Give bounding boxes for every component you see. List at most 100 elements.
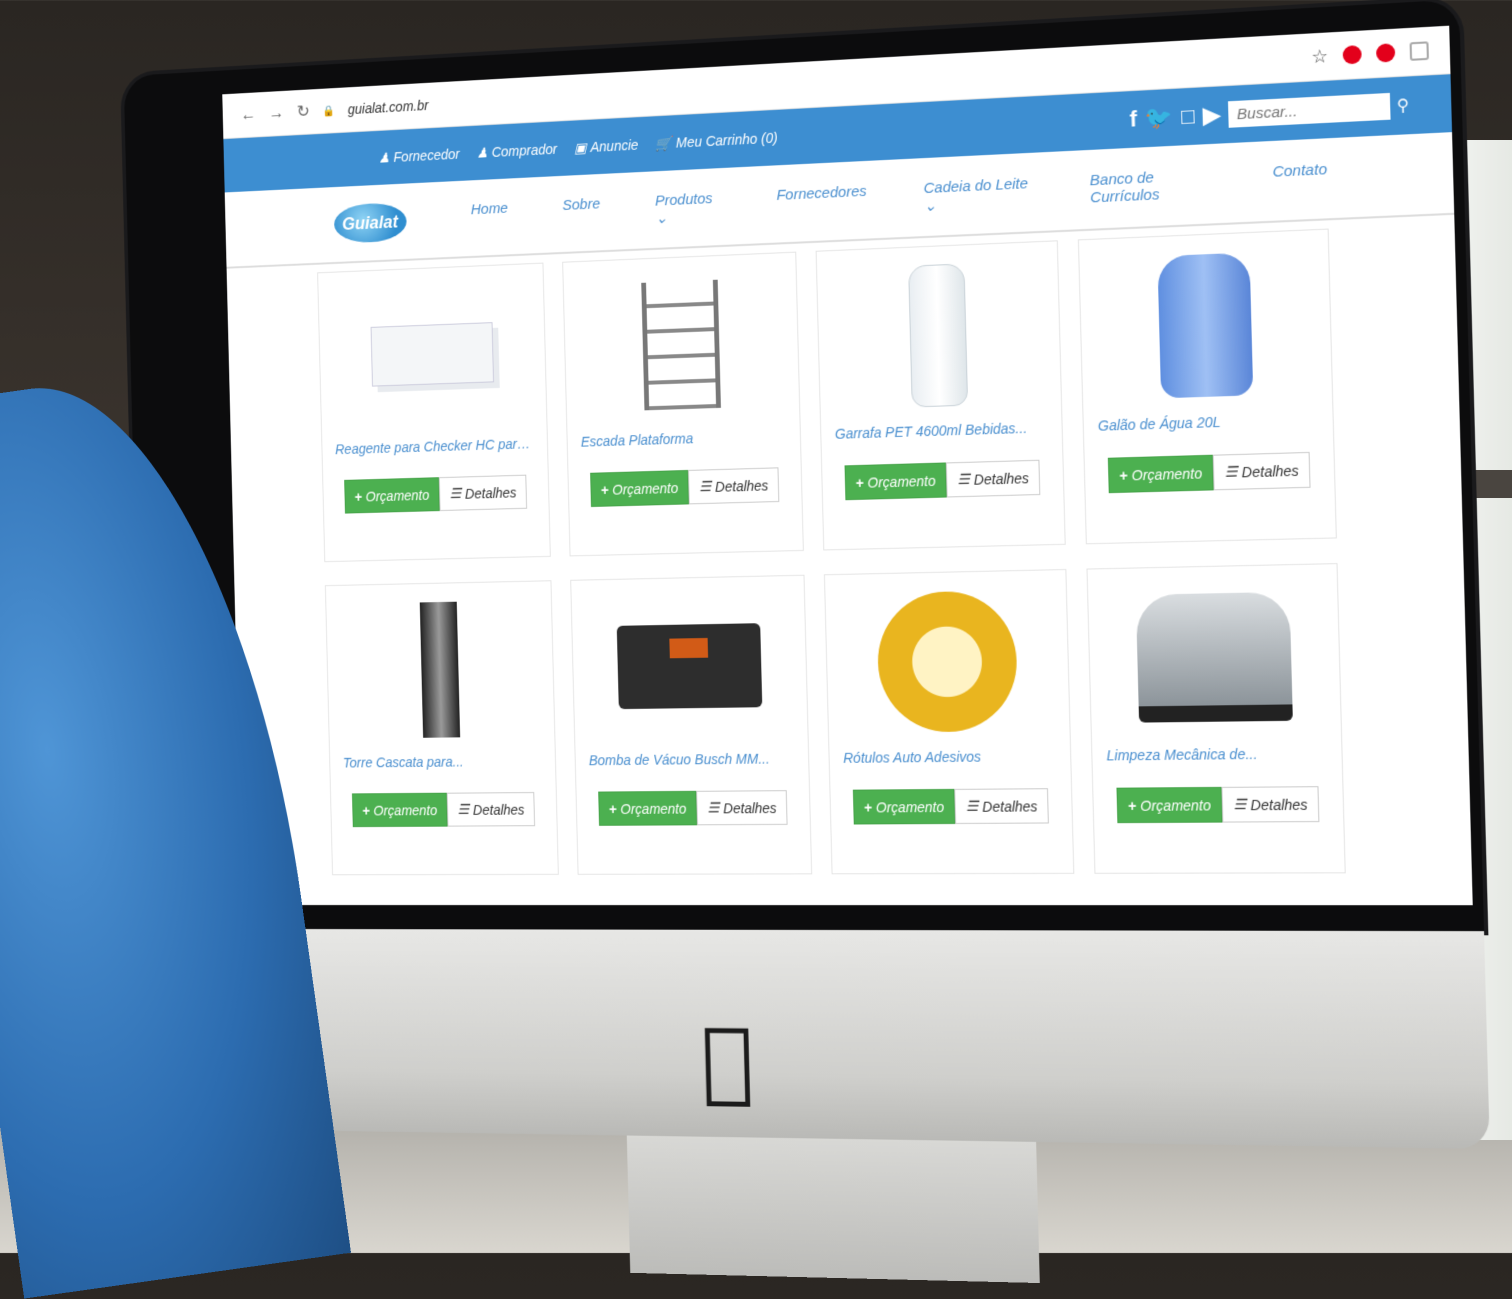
product-title[interactable]: Torre Cascata para... — [343, 753, 542, 771]
product-image[interactable] — [615, 591, 762, 741]
product-photo — [1156, 252, 1253, 399]
detalhes-button[interactable]: ☰ Detalhes — [954, 788, 1049, 824]
product-photo — [640, 279, 721, 411]
orcamento-button[interactable]: + Orçamento — [589, 469, 690, 508]
product-actions: + Orçamento ☰ Detalhes — [1116, 786, 1320, 824]
link-anuncie[interactable]: ▣ Anuncie — [574, 136, 639, 156]
cart-icon: 🛒 — [655, 134, 673, 152]
product-actions: + Orçamento ☰ Detalhes — [351, 792, 536, 828]
list-icon: ☰ — [1224, 463, 1238, 480]
forward-icon[interactable]: → — [268, 103, 284, 123]
list-icon: ☰ — [707, 799, 720, 816]
button-label: Detalhes — [464, 484, 517, 502]
list-icon: ☰ — [449, 485, 462, 502]
address-bar[interactable]: guialat.com.br — [348, 97, 429, 117]
button-label: Orçamento — [1131, 464, 1203, 483]
product-image[interactable] — [369, 596, 511, 743]
instagram-icon[interactable]: □ — [1181, 103, 1195, 130]
product-title[interactable]: Bomba de Vácuo Busch MM... — [589, 750, 795, 768]
button-label: Orçamento — [875, 798, 945, 815]
product-photo — [419, 601, 460, 738]
opera-extension-icon[interactable] — [1342, 44, 1362, 65]
extensions: ☆ — [1311, 40, 1429, 68]
product-image[interactable] — [1126, 246, 1284, 404]
product-image[interactable] — [871, 585, 1023, 738]
search-box: ⚲ — [1228, 92, 1409, 128]
product-card: Reagente para Checker HC para... + Orçame… — [317, 262, 551, 563]
play-extension-icon[interactable] — [1375, 43, 1396, 63]
product-photo — [370, 322, 494, 387]
nav-label: Produtos — [654, 189, 713, 210]
orcamento-button[interactable]: + Orçamento — [351, 792, 448, 828]
product-image[interactable] — [607, 268, 754, 421]
button-label: Detalhes — [982, 797, 1038, 815]
orcamento-button[interactable]: + Orçamento — [844, 462, 947, 501]
button-label: Detalhes — [472, 801, 525, 818]
nav-contato[interactable]: Contato — [1272, 160, 1327, 198]
facebook-icon[interactable]: f — [1129, 106, 1137, 133]
twitter-icon[interactable]: 🐦 — [1145, 104, 1174, 132]
button-label: Orçamento — [867, 472, 936, 491]
orcamento-button[interactable]: + Orçamento — [852, 788, 956, 825]
product-image[interactable] — [1135, 580, 1293, 735]
nav-cadeia-do-leite[interactable]: Cadeia do Leite ⌄ — [923, 174, 1032, 215]
product-card: Garrafa PET 4600ml Bebidas... + Orçamento… — [815, 240, 1066, 551]
link-fornecedor[interactable]: ♟ Fornecedor — [378, 146, 460, 167]
nav-home[interactable]: Home — [471, 199, 509, 235]
nav-produtos[interactable]: Produtos ⌄ — [654, 189, 721, 227]
product-photo — [908, 263, 969, 408]
nav-sobre[interactable]: Sobre — [562, 195, 601, 231]
user-icon: ♟ — [378, 149, 390, 166]
link-comprador[interactable]: ♟ Comprador — [476, 141, 557, 162]
reload-icon[interactable]: ↻ — [297, 102, 310, 122]
detalhes-button[interactable]: ☰ Detalhes — [1221, 786, 1320, 823]
product-title[interactable]: Rótulos Auto Adesivos — [843, 748, 1056, 766]
product-actions: + Orçamento ☰ Detalhes — [852, 788, 1049, 825]
detalhes-button[interactable]: ☰ Detalhes — [1212, 451, 1311, 491]
account-links: ♟ Fornecedor ♟ Comprador ▣ Anuncie 🛒 Meu… — [378, 129, 778, 166]
product-actions: + Orçamento ☰ Detalhes — [589, 467, 780, 508]
product-title[interactable]: Reagente para Checker HC para... — [335, 435, 534, 457]
link-carrinho[interactable]: 🛒 Meu Carrinho (0) — [655, 129, 778, 152]
plus-icon: + — [1119, 466, 1128, 484]
orcamento-button[interactable]: + Orçamento — [1107, 454, 1214, 494]
detalhes-button[interactable]: ☰ Detalhes — [946, 459, 1041, 498]
product-actions: + Orçamento ☰ Detalhes — [844, 459, 1041, 501]
link-label: Fornecedor — [393, 146, 460, 165]
product-card: Limpeza Mecânica de... + Orçamento ☰ Detal… — [1086, 563, 1346, 874]
detalhes-button[interactable]: ☰ Detalhes — [688, 467, 780, 505]
plus-icon: + — [855, 474, 864, 491]
search-icon[interactable]: ⚲ — [1397, 95, 1410, 116]
button-label: Orçamento — [365, 486, 430, 504]
detalhes-button[interactable]: ☰ Detalhes — [439, 474, 528, 512]
product-card: Rótulos Auto Adesivos + Orçamento ☰ Detalh… — [823, 569, 1075, 875]
product-card: Bomba de Vácuo Busch MM... + Orçamento ☰ D… — [570, 574, 813, 875]
product-card: Galão de Água 20L + Orçamento ☰ Detalhes — [1077, 228, 1337, 545]
product-title[interactable]: Galão de Água 20L — [1098, 411, 1319, 434]
product-title[interactable]: Limpeza Mecânica de... — [1106, 745, 1327, 764]
bookmark-star-icon[interactable]: ☆ — [1311, 45, 1328, 67]
pocket-extension-icon[interactable] — [1409, 41, 1429, 61]
plus-icon: + — [863, 798, 873, 815]
product-title[interactable]: Garrafa PET 4600ml Bebidas... — [835, 419, 1048, 442]
nav-label: Cadeia do Leite — [923, 174, 1029, 197]
youtube-icon[interactable]: ▶ — [1203, 102, 1221, 129]
search-input[interactable] — [1228, 92, 1391, 128]
list-icon: ☰ — [965, 797, 979, 814]
product-title[interactable]: Escada Plataforma — [581, 427, 787, 449]
product-actions: + Orçamento ☰ Detalhes — [344, 474, 528, 514]
detalhes-button[interactable]: ☰ Detalhes — [696, 790, 788, 826]
plus-icon: + — [600, 481, 609, 498]
orcamento-button[interactable]: + Orçamento — [598, 790, 698, 826]
orcamento-button[interactable]: + Orçamento — [1116, 786, 1223, 824]
nav-banco-curriculos[interactable]: Banco de Currículos — [1090, 166, 1214, 207]
nav-fornecedores[interactable]: Fornecedores — [776, 182, 867, 221]
site-logo[interactable]: Guialat — [333, 201, 407, 244]
product-image[interactable] — [361, 279, 503, 429]
product-image[interactable] — [862, 257, 1014, 413]
back-icon[interactable]: ← — [241, 105, 257, 125]
orcamento-button[interactable]: + Orçamento — [344, 477, 440, 514]
detalhes-button[interactable]: ☰ Detalhes — [446, 792, 536, 827]
list-icon: ☰ — [1233, 795, 1247, 813]
button-label: Detalhes — [714, 477, 769, 495]
